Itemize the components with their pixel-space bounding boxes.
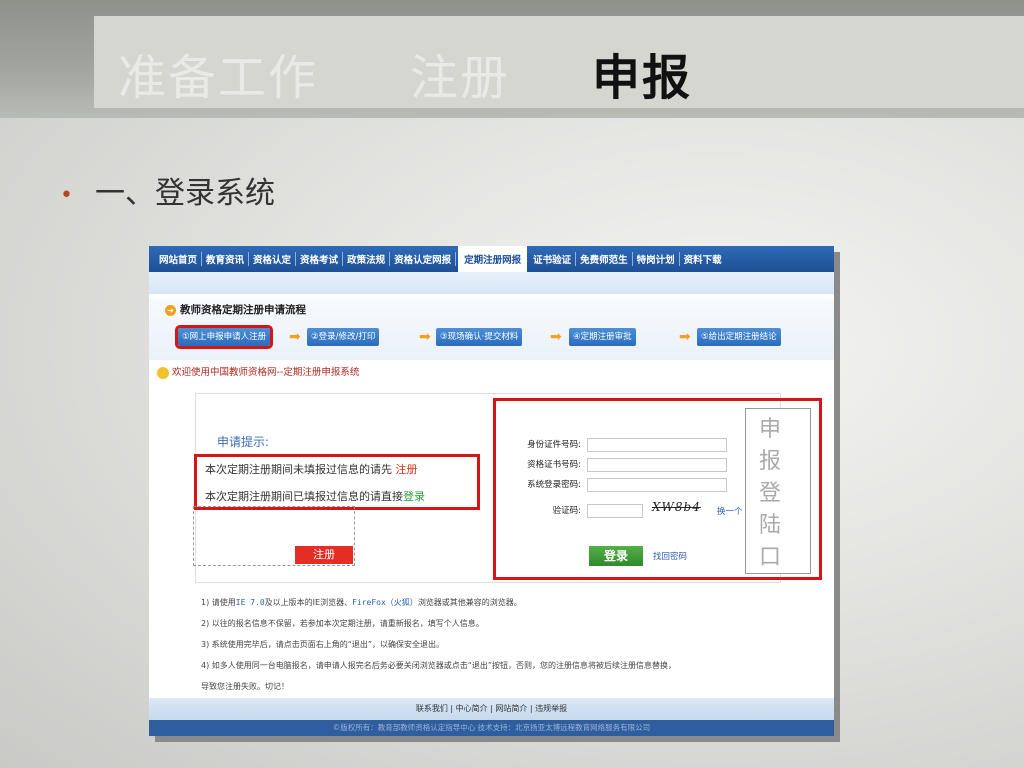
bullet-text: 一、登录系统 <box>94 176 275 211</box>
note-4: 4) 如多人使用同一台电脑报名，请申请人报完名后务必要关闭浏览器或点击“退出”按… <box>201 661 677 670</box>
register-button[interactable]: 注册 <box>295 546 353 564</box>
note-2: 2) 以往的报名信息不保留，若参加本次定期注册，请重新报名，填写个人信息。 <box>201 619 484 628</box>
nav-cert[interactable]: 资格认定 <box>249 252 297 266</box>
nav-home[interactable]: 网站首页 <box>155 252 203 266</box>
welcome-text: 欢迎使用中国教师资格网--定期注册申报系统 <box>172 367 360 378</box>
nav-news[interactable]: 教育资讯 <box>202 252 250 266</box>
tab-register: 注册 <box>410 50 511 106</box>
note-highlight: IE 7.0 <box>235 598 265 607</box>
nav-special-post[interactable]: 特岗计划 <box>633 252 680 266</box>
footer-links[interactable]: 联系我们 | 中心简介 | 网站简介 | 违规举报 <box>149 698 834 720</box>
nav-policy[interactable]: 政策法规 <box>343 252 391 266</box>
arrow-circle-icon: ➜ <box>165 305 176 316</box>
tip-register: 本次定期注册期间未填报过信息的请先 注册 <box>205 461 418 477</box>
cert-number-input[interactable] <box>587 458 727 472</box>
footer-copyright: ©版权所有：教育部教师资格认定指导中心 技术支持：北京扬亚太博远程教育网络服务有… <box>149 720 834 736</box>
nav-cert-online[interactable]: 资格认定网报 <box>390 252 457 266</box>
right-arrow-icon: ➡ <box>419 329 431 345</box>
login-button[interactable]: 登录 <box>589 546 643 566</box>
right-arrow-icon: ➡ <box>679 329 691 345</box>
slide-title-box: 准备工作 注册 申报 <box>94 16 1024 108</box>
welcome-line: 欢迎使用中国教师资格网--定期注册申报系统 <box>157 364 359 379</box>
note-5: 导致您注册失败。切记！ <box>201 682 289 691</box>
nav-periodic-registration[interactable]: 定期注册网报 <box>458 246 528 272</box>
captcha-label: 验证码: <box>552 506 581 516</box>
step-2[interactable]: ②登录/修改/打印 <box>307 328 380 346</box>
captcha-input[interactable] <box>587 504 643 518</box>
note-text: 及以上版本的IE浏览器、 <box>264 598 353 607</box>
step-5[interactable]: ⑤给出定期注册结论 <box>697 328 781 346</box>
site-nav: 网站首页 教育资讯 资格认定 资格考试 政策法规 资格认定网报 定期注册网报 证… <box>149 246 834 272</box>
note-1: 1) 请使用IE 7.0及以上版本的IE浏览器、FireFox（火狐）浏览器或其… <box>201 592 676 613</box>
side-label: 申报登陆口 <box>759 417 782 570</box>
sub-bar <box>149 272 834 294</box>
process-title: ➜ 教师资格定期注册申请流程 <box>165 302 306 317</box>
tip-login: 本次定期注册期间已填报过信息的请直接登录 <box>205 488 425 504</box>
tips-title: 申请提示: <box>217 435 270 449</box>
step-4[interactable]: ④定期注册审批 <box>569 328 636 346</box>
step-3[interactable]: ③现场确认·提交材料 <box>436 328 523 346</box>
register-link[interactable]: 注册 <box>396 463 418 476</box>
login-link[interactable]: 登录 <box>403 490 425 503</box>
cert-label: 资格证书号码: <box>527 460 581 470</box>
tab-declare: 申报 <box>592 50 693 106</box>
bullet-item: • 一、登录系统 <box>60 168 275 212</box>
user-icon <box>157 366 169 379</box>
password-label: 系统登录密码: <box>527 480 581 490</box>
bullet-dot-icon: • <box>60 182 73 208</box>
tip-register-text: 本次定期注册期间未填报过信息的请先 <box>205 463 392 476</box>
step-1[interactable]: ①网上申报申请人注册 <box>174 325 274 349</box>
note-text: 浏览器或其他兼容的浏览器。 <box>417 598 522 607</box>
swap-captcha-link[interactable]: 换一个 <box>717 505 743 517</box>
note-highlight: FireFox（火狐） <box>352 598 418 607</box>
right-arrow-icon: ➡ <box>289 329 301 345</box>
nav-verify[interactable]: 证书验证 <box>529 252 577 266</box>
password-input[interactable] <box>587 478 727 492</box>
right-arrow-icon: ➡ <box>550 329 562 345</box>
id-label: 身份证件号码: <box>527 440 581 450</box>
process-title-text: 教师资格定期注册申请流程 <box>180 304 306 316</box>
forgot-password-link[interactable]: 找回密码 <box>653 550 687 562</box>
nav-free-normal[interactable]: 免费师范生 <box>576 252 633 266</box>
note-text: 1) 请使用 <box>201 598 236 607</box>
nav-exam[interactable]: 资格考试 <box>296 252 344 266</box>
note-3: 3) 系统使用完毕后，请点击页面右上角的“退出”，以确保安全退出。 <box>201 640 445 649</box>
website-screenshot: 网站首页 教育资讯 资格认定 资格考试 政策法规 资格认定网报 定期注册网报 证… <box>149 246 834 736</box>
tip-login-text: 本次定期注册期间已填报过信息的请直接 <box>205 490 403 503</box>
notes-list: 1) 请使用IE 7.0及以上版本的IE浏览器、FireFox（火狐）浏览器或其… <box>201 592 676 697</box>
captcha-image: XW8b4 <box>652 500 701 514</box>
nav-downloads[interactable]: 资料下载 <box>680 252 726 266</box>
tab-preparation: 准备工作 <box>118 50 319 106</box>
id-number-input[interactable] <box>587 438 727 452</box>
